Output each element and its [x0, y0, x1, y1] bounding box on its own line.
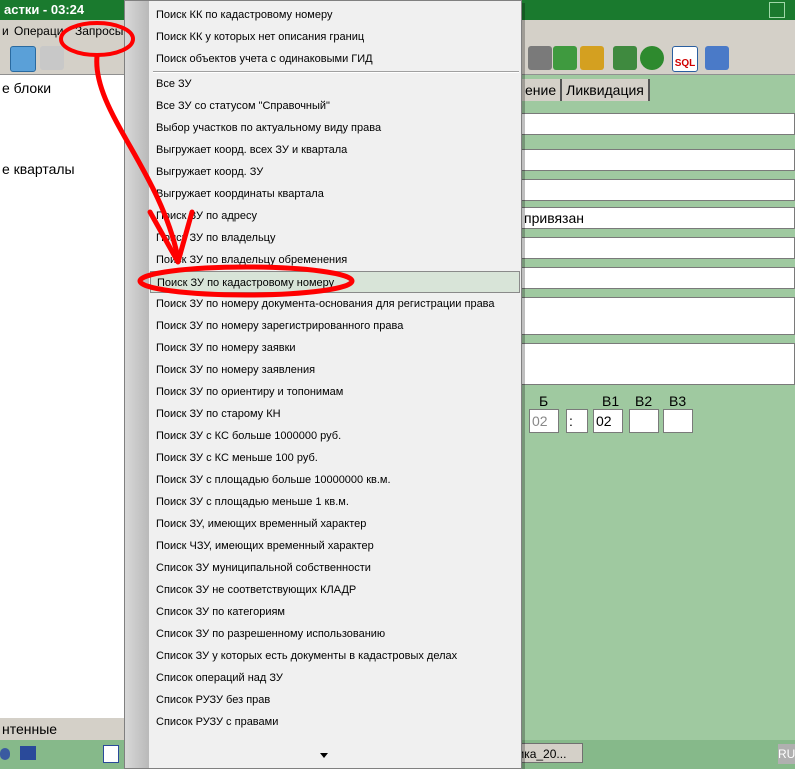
menu-item[interactable]: Список РУЗУ с правами — [150, 711, 520, 733]
menu-item[interactable]: Выгружает коорд. ЗУ — [150, 161, 520, 183]
cell-v3[interactable] — [663, 409, 693, 433]
menu-item[interactable]: Список РУЗУ без прав — [150, 689, 520, 711]
menu-item[interactable]: Поиск ЗУ по номеру заявления — [150, 359, 520, 381]
menu-item[interactable]: Список ЗУ по разрешенному использованию — [150, 623, 520, 645]
menu-item-queries[interactable]: Запросы — [75, 24, 123, 38]
column-header-b: Б — [539, 393, 549, 409]
text-field[interactable] — [521, 179, 795, 201]
left-status-bar: нтенные — [0, 718, 128, 740]
menu-item[interactable]: Поиск ЗУ по адресу — [150, 205, 520, 227]
books-icon[interactable] — [613, 46, 637, 70]
text-area[interactable] — [521, 297, 795, 335]
menu-item[interactable]: Поиск ЗУ с площадью больше 10000000 кв.м… — [150, 469, 520, 491]
menu-icon-strip — [125, 1, 149, 768]
menu-item-cadastral-search[interactable]: Поиск ЗУ по кадастровому номеру — [150, 271, 520, 293]
cell-b[interactable]: 02 — [529, 409, 559, 433]
queries-dropdown-menu: Поиск КК по кадастровому номеру Поиск КК… — [124, 0, 522, 769]
menu-item[interactable]: Список ЗУ не соответствующих КЛАДР — [150, 579, 520, 601]
right-panel: ение Ликвидация привязан Б В1 В2 В3 02 : … — [521, 75, 795, 740]
menu-item[interactable]: Поиск ЗУ по номеру заявки — [150, 337, 520, 359]
more-items-arrow-icon[interactable] — [320, 753, 328, 758]
text-field[interactable] — [521, 113, 795, 135]
menu-item[interactable]: Поиск ЗУ по номеру документа-основания д… — [150, 293, 520, 315]
window-control-icon[interactable] — [769, 2, 785, 18]
menu-item[interactable]: Поиск ЗУ с площадью меньше 1 кв.м. — [150, 491, 520, 513]
menu-item[interactable]: Поиск ЧЗУ, имеющих временный характер — [150, 535, 520, 557]
text-field[interactable] — [521, 149, 795, 171]
tab-strip: ение Ликвидация — [521, 79, 650, 101]
tab-liquidation[interactable]: Ликвидация — [562, 79, 650, 101]
column-header-v2: В2 — [635, 393, 653, 409]
app-icon[interactable] — [0, 748, 10, 760]
book-green-icon[interactable] — [553, 46, 577, 70]
menu-item[interactable]: Поиск ЗУ по владельцу обременения — [150, 249, 520, 271]
left-item-quarters[interactable]: е кварталы — [2, 161, 75, 177]
menu-item[interactable]: Список ЗУ у которых есть документы в кад… — [150, 645, 520, 667]
sql-icon[interactable]: SQL — [672, 46, 698, 72]
text-area[interactable] — [521, 343, 795, 385]
menu-item[interactable]: Все ЗУ со статусом "Справочный" — [150, 95, 520, 117]
menu-item[interactable]: Список ЗУ по категориям — [150, 601, 520, 623]
menu-item[interactable]: Поиск ЗУ по старому КН — [150, 403, 520, 425]
menu-item-operations[interactable]: Операци — [14, 24, 63, 38]
table-add-icon[interactable] — [10, 46, 36, 72]
cell-v2[interactable] — [629, 409, 659, 433]
text-field[interactable] — [521, 267, 795, 289]
menu-item[interactable]: Список ЗУ муниципальной собственности — [150, 557, 520, 579]
window-title: астки - 03:24 — [4, 2, 85, 17]
menu-item[interactable]: Список операций над ЗУ — [150, 667, 520, 689]
menu-item-file[interactable]: и — [2, 24, 9, 38]
menu-item[interactable]: Поиск ЗУ по владельцу — [150, 227, 520, 249]
document-icon[interactable] — [103, 745, 119, 763]
menu-item[interactable]: Выгружает координаты квартала — [150, 183, 520, 205]
menu-item[interactable]: Поиск КК у которых нет описания границ — [150, 26, 520, 48]
cell-separator[interactable]: : — [566, 409, 588, 433]
column-header-v3: В3 — [669, 393, 687, 409]
menu-item[interactable]: Выбор участков по актуальному виду права — [150, 117, 520, 139]
bound-field[interactable]: привязан — [521, 207, 795, 229]
cell-v1[interactable]: 02 — [593, 409, 623, 433]
edit-icon[interactable] — [528, 46, 552, 70]
menu-item[interactable]: Поиск ЗУ с КС больше 1000000 руб. — [150, 425, 520, 447]
menu-item[interactable]: Поиск объектов учета с одинаковыми ГИД — [150, 48, 520, 70]
menu-item[interactable]: Поиск ЗУ по ориентиру и топонимам — [150, 381, 520, 403]
language-indicator[interactable]: RU — [778, 744, 795, 764]
menu-item[interactable]: Поиск КК по кадастровому номеру — [150, 4, 520, 26]
menu-item[interactable]: Выгружает коорд. всех ЗУ и квартала — [150, 139, 520, 161]
status-text: нтенные — [2, 721, 58, 737]
menu-item[interactable]: Все ЗУ — [150, 73, 520, 95]
book-check-icon[interactable] — [580, 46, 604, 70]
table-delete-icon[interactable] — [40, 46, 64, 70]
menu-item[interactable]: Поиск ЗУ, имеющих временный характер — [150, 513, 520, 535]
menu-item[interactable]: Поиск ЗУ с КС меньше 100 руб. — [150, 447, 520, 469]
computer-icon[interactable] — [20, 746, 36, 760]
compass-icon[interactable] — [640, 46, 664, 70]
column-header-v1: В1 — [602, 393, 620, 409]
left-panel: е блоки е кварталы — [0, 75, 128, 718]
menu-item[interactable]: Поиск ЗУ по номеру зарегистрированного п… — [150, 315, 520, 337]
text-field[interactable] — [521, 237, 795, 259]
left-item-blocks[interactable]: е блоки — [2, 80, 51, 96]
cylinder-icon[interactable] — [705, 46, 729, 70]
tab-change[interactable]: ение — [521, 79, 563, 101]
